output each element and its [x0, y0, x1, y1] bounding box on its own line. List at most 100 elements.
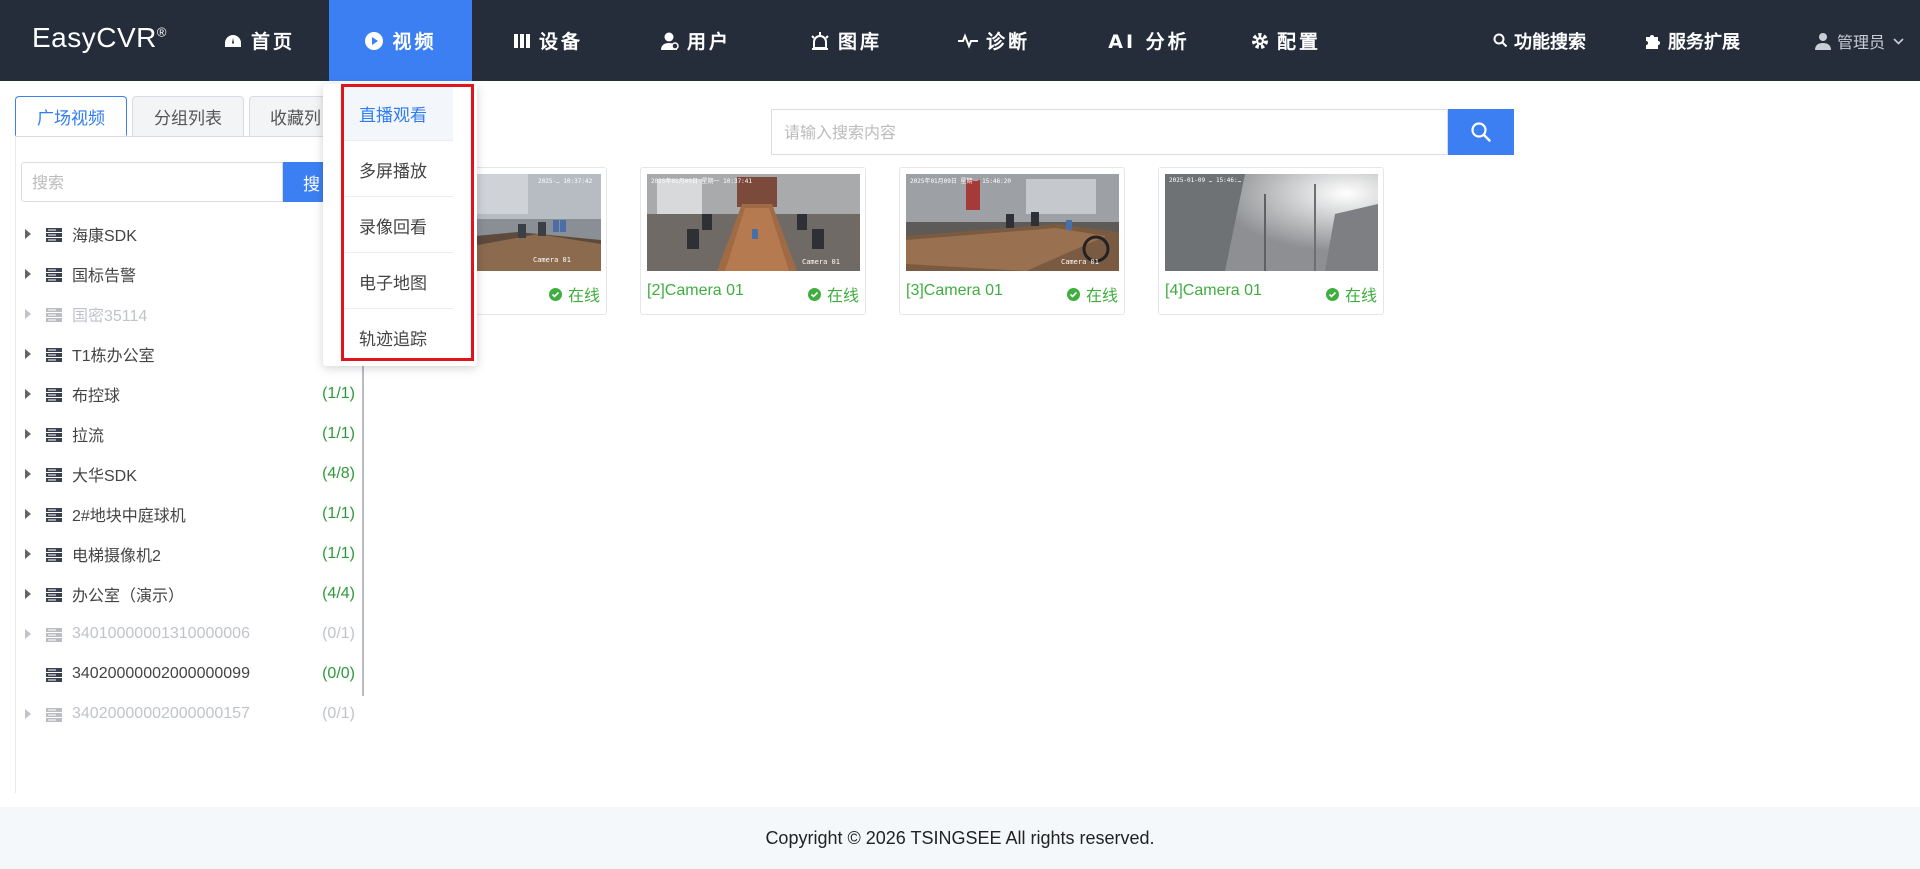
tab-square-video[interactable]: 广场视频 — [15, 96, 127, 136]
left-panel: 广场视频 分组列表 收藏列 搜 海康SDK(4国标告警(1国密35114(0T1… — [15, 96, 364, 793]
alarm-light-icon — [810, 31, 830, 51]
camera-status: 在线 — [1325, 282, 1377, 306]
footer: Copyright © 2026 TSINGSEE All rights res… — [0, 807, 1920, 869]
service-extension-button[interactable]: 服务扩展 — [1644, 0, 1740, 81]
camera-status: 在线 — [807, 282, 859, 306]
menu-item-label: 直播观看 — [359, 105, 427, 126]
camera-status-label: 在线 — [567, 286, 600, 305]
camera-status: 在线 — [548, 282, 600, 306]
tree-item-count: (4/4) — [322, 585, 355, 602]
camera-card[interactable]: Camera 01 2025年01月09日 星期一 15:46:20 [3]Ca… — [899, 167, 1125, 315]
server-icon — [46, 547, 62, 562]
tree-item-count: (0/0) — [322, 665, 355, 682]
tree-item[interactable]: T1栋办公室(1 — [15, 334, 355, 374]
tree-item-count: (1/1) — [322, 545, 355, 562]
caret-right-icon[interactable] — [25, 709, 31, 719]
caret-right-icon[interactable] — [25, 229, 31, 239]
server-icon — [46, 587, 62, 602]
caret-right-icon[interactable] — [25, 429, 31, 439]
camera-thumbnail: Camera 01 2025年01月09日 星期一 15:46:20 — [906, 174, 1119, 271]
camera-name: [2]Camera 01 — [647, 282, 744, 299]
user-name: 管理员 — [1836, 32, 1885, 52]
nav-home-label: 首页 — [250, 31, 295, 53]
tree-item[interactable]: 国标告警(1 — [15, 254, 355, 294]
chevron-down-icon — [1893, 34, 1904, 48]
tab-group-list[interactable]: 分组列表 — [132, 96, 244, 136]
caret-right-icon[interactable] — [25, 469, 31, 479]
tree-item-label: 2#地块中庭球机 — [72, 508, 186, 525]
nav-gallery[interactable]: 图库 — [796, 0, 896, 81]
nav-device[interactable]: 设备 — [498, 0, 598, 81]
tree-item-label: 34020000002000000157 — [72, 705, 250, 722]
menu-item-playback[interactable]: 录像回看 — [341, 198, 453, 253]
registered-mark: ® — [156, 24, 167, 40]
top-navbar: EasyCVR® 首页 视频 设备 用户 图库 诊断 AI 分析 配置 功能搜索… — [0, 0, 1920, 81]
tree-item[interactable]: 拉流 (1/1) — [15, 414, 355, 454]
caret-right-icon[interactable] — [25, 309, 31, 319]
tree-item[interactable]: 电梯摄像机2 (1/1) — [15, 534, 355, 574]
tree-item[interactable]: 大华SDK (4/8) — [15, 454, 355, 494]
tree-item[interactable]: 34020000001320000666(0/1) — [15, 734, 355, 744]
check-circle-icon — [1325, 287, 1339, 301]
check-circle-icon — [1066, 287, 1080, 301]
caret-right-icon[interactable] — [25, 629, 31, 639]
server-icon — [46, 667, 62, 682]
search-icon — [1470, 121, 1492, 143]
nav-user[interactable]: 用户 — [646, 0, 746, 81]
tree-item-label: 拉流 — [72, 428, 105, 445]
brand-logo[interactable]: EasyCVR® — [32, 22, 167, 54]
user-menu[interactable]: 管理员 — [1814, 0, 1904, 81]
menu-item-track[interactable]: 轨迹追踪 — [341, 310, 453, 365]
svg-text:Camera 01: Camera 01 — [802, 258, 840, 266]
menu-item-multi-screen[interactable]: 多屏播放 — [341, 142, 453, 197]
nav-diagnose[interactable]: 诊断 — [944, 0, 1044, 81]
tree-item-label: 布控球 — [72, 388, 121, 405]
timestamp-overlay: 2025-… 10:37:42 — [538, 178, 593, 185]
camera-name: [4]Camera 01 — [1165, 282, 1262, 299]
svg-text:Camera 01: Camera 01 — [533, 256, 571, 264]
nav-video[interactable]: 视频 — [329, 0, 472, 81]
tree-item[interactable]: 布控球 (1/1) — [15, 374, 355, 414]
camera-card[interactable]: 2025-01-09 … 15:46:… [4]Camera 01 在线 — [1158, 167, 1384, 315]
tree-item-label: 大华SDK — [72, 468, 137, 485]
main-search-input[interactable] — [771, 109, 1448, 155]
tree-item-label: 海康SDK — [72, 228, 137, 245]
tree-item[interactable]: 海康SDK(4 — [15, 214, 355, 254]
nav-home[interactable]: 首页 — [205, 0, 313, 81]
caret-right-icon[interactable] — [25, 349, 31, 359]
nav-video-label: 视频 — [392, 31, 437, 53]
caret-right-icon[interactable] — [25, 509, 31, 519]
tree-item[interactable]: 34020000002000000157 (0/1) — [15, 694, 355, 734]
main-search — [771, 109, 1514, 155]
tree-item-label: 办公室（演示） — [72, 588, 185, 605]
tree-item[interactable]: 34010000001310000006 (0/1) — [15, 614, 355, 654]
caret-right-icon[interactable] — [25, 549, 31, 559]
main-search-button[interactable] — [1448, 109, 1514, 155]
tree-item-label: 国密35114 — [72, 308, 148, 325]
nav-ai-analysis[interactable]: AI 分析 — [1089, 0, 1209, 81]
tree-search-input[interactable] — [21, 162, 283, 202]
camera-status-label: 在线 — [826, 286, 859, 305]
tree-item[interactable]: 国密35114(0 — [15, 294, 355, 334]
tree-item-label: 34020000002000000099 — [72, 665, 250, 682]
caret-right-icon[interactable] — [25, 269, 31, 279]
device-icon — [513, 32, 531, 50]
tree-item-label: T1栋办公室 — [72, 348, 155, 365]
tree-item-label: 电梯摄像机2 — [72, 548, 161, 565]
tree-item-count: (1/1) — [322, 505, 355, 522]
nav-config[interactable]: 配置 — [1236, 0, 1336, 81]
timestamp-overlay: 2025-01-09 … 15:46:… — [1169, 177, 1242, 184]
caret-right-icon[interactable] — [25, 389, 31, 399]
menu-item-e-map[interactable]: 电子地图 — [341, 254, 453, 309]
nav-gallery-label: 图库 — [837, 31, 882, 53]
feature-search-button[interactable]: 功能搜索 — [1493, 0, 1586, 81]
caret-right-icon[interactable] — [25, 589, 31, 599]
camera-thumbnail: 2025-01-09 … 15:46:… — [1165, 174, 1378, 271]
tree-item[interactable]: 34020000002000000099 (0/0) — [15, 654, 355, 694]
menu-item-live-view[interactable]: 直播观看 — [341, 86, 453, 141]
menu-item-label: 电子地图 — [359, 273, 427, 294]
tree-item[interactable]: 2#地块中庭球机 (1/1) — [15, 494, 355, 534]
server-icon — [46, 267, 62, 282]
camera-card[interactable]: Camera 01 2025年01月09日 星期一 10:37:41 [2]Ca… — [640, 167, 866, 315]
tree-item[interactable]: 办公室（演示） (4/4) — [15, 574, 355, 614]
